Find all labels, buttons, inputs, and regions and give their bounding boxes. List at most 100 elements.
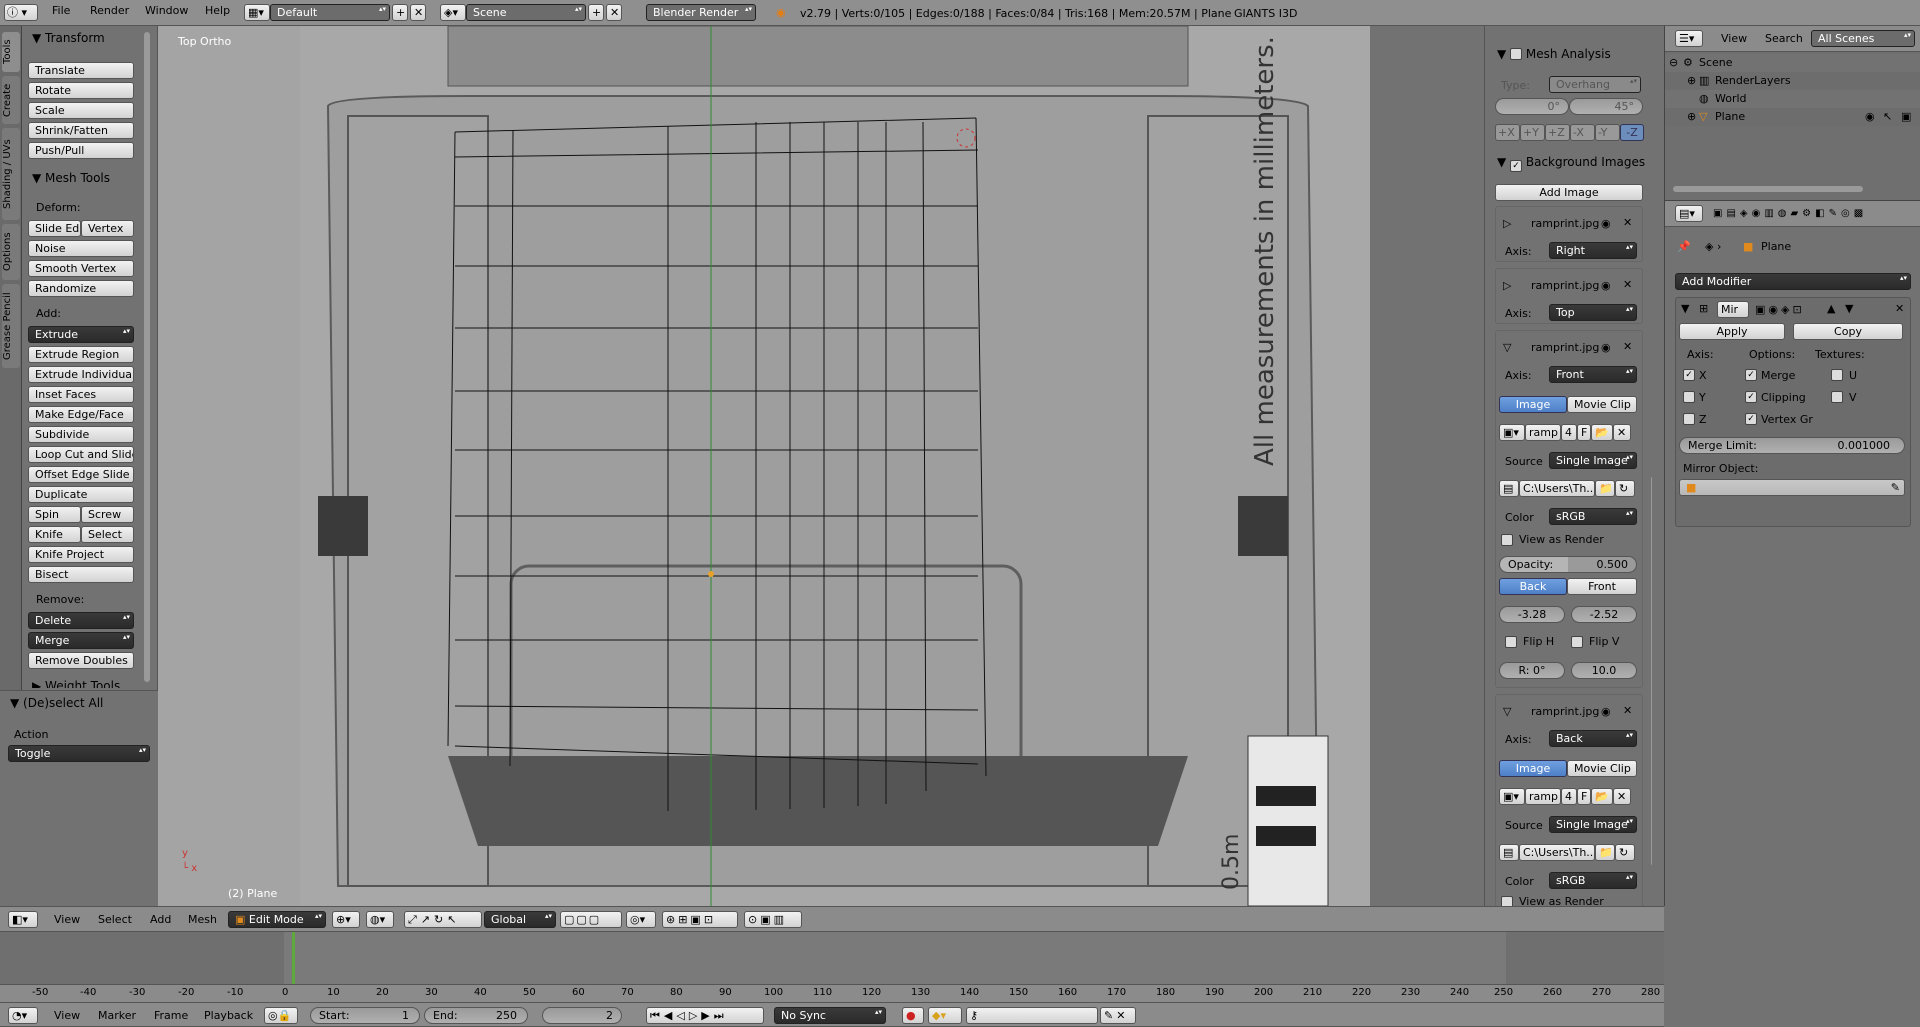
view3d-menu-add[interactable]: Add: [150, 913, 171, 927]
extrude-select[interactable]: Extrude: [28, 326, 134, 343]
color-space-select[interactable]: sRGB: [1549, 508, 1637, 525]
render-icons[interactable]: ⊙▣▥: [744, 911, 802, 928]
movie-clip-tab[interactable]: Movie Clip: [1567, 760, 1637, 777]
smooth-vertex-button[interactable]: Smooth Vertex: [28, 260, 134, 277]
tab-grease-pencil[interactable]: Grease Pencil: [2, 284, 20, 368]
eye-icon[interactable]: ◉: [1601, 704, 1611, 719]
scene-select[interactable]: Scene: [466, 4, 586, 21]
axis-plus-x[interactable]: +X: [1495, 124, 1520, 141]
eye-icon[interactable]: ◉: [1601, 216, 1611, 231]
axis-x-checkbox[interactable]: ✓: [1683, 369, 1695, 381]
record-icon[interactable]: ●: [902, 1007, 924, 1024]
outliner-row[interactable]: ⊖ ⚙ Scene: [1665, 54, 1920, 72]
mesh-tools-panel-header[interactable]: ▼ Mesh Tools: [32, 170, 110, 186]
rotation-field[interactable]: R: 0°: [1499, 662, 1565, 679]
viewport-shading-icon[interactable]: ◍▾: [366, 911, 394, 928]
view3d-menu-select[interactable]: Select: [98, 913, 132, 927]
expand-icon[interactable]: ⊕: [1687, 73, 1696, 88]
axis-plus-y[interactable]: +Y: [1520, 124, 1545, 141]
tab-tools[interactable]: Tools: [2, 32, 20, 72]
back-toggle[interactable]: Back: [1499, 578, 1567, 595]
axis-select[interactable]: Front: [1549, 366, 1637, 383]
snap-icons[interactable]: ⊛⊞▣⊡: [662, 911, 738, 928]
pivot-point-icon[interactable]: ⊕▾: [332, 911, 360, 928]
file-icon[interactable]: ▤: [1499, 844, 1519, 861]
current-frame-line[interactable]: [292, 932, 295, 984]
clipping-checkbox[interactable]: ✓: [1745, 391, 1757, 403]
keying-set-icon[interactable]: ◆▾: [928, 1007, 962, 1024]
merge-select[interactable]: Merge: [28, 632, 134, 649]
playback-controls[interactable]: ⏮◀◁▷▶⏭: [646, 1007, 764, 1024]
tab-create[interactable]: Create: [2, 76, 20, 124]
axis-minus-x[interactable]: -X: [1570, 124, 1595, 141]
image-users-count[interactable]: 4: [1561, 424, 1577, 441]
menu-help[interactable]: Help: [205, 4, 230, 18]
axis-z-checkbox[interactable]: [1683, 413, 1695, 425]
view3d-editor-icon[interactable]: ◧▾: [8, 911, 38, 928]
scene-icon[interactable]: ◈▾: [440, 4, 466, 21]
axis-select[interactable]: Top: [1549, 304, 1637, 321]
view3d-menu-mesh[interactable]: Mesh: [188, 913, 217, 927]
filepath-field[interactable]: C:\Users\Th...: [1519, 480, 1595, 497]
size-field[interactable]: 10.0: [1571, 662, 1637, 679]
insert-keyframe-icon[interactable]: ✎✕: [1100, 1007, 1136, 1024]
bg-image-collapse-icon[interactable]: ▽: [1503, 704, 1511, 719]
image-tab[interactable]: Image: [1499, 760, 1567, 777]
knife-project-button[interactable]: Knife Project: [28, 546, 134, 563]
fake-user-button[interactable]: F: [1577, 788, 1591, 805]
outliner-scrollbar[interactable]: [1673, 186, 1863, 192]
layout-icon[interactable]: ▦▾: [244, 4, 270, 21]
editor-type-button[interactable]: ⓘ ▾: [4, 4, 38, 21]
open-folder-icon[interactable]: 📂: [1591, 424, 1613, 441]
remove-modifier-icon[interactable]: ✕: [1895, 301, 1904, 316]
layout-add-icon[interactable]: +: [392, 4, 408, 21]
menu-render[interactable]: Render: [90, 4, 129, 18]
outliner-menu-search[interactable]: Search: [1765, 32, 1803, 46]
push-pull-button[interactable]: Push/Pull: [28, 142, 134, 159]
view-as-render-checkbox[interactable]: [1501, 534, 1513, 546]
transform-panel-header[interactable]: ▼ Transform: [32, 30, 105, 46]
image-name-field[interactable]: ramp: [1525, 424, 1561, 441]
slide-edge-button[interactable]: Slide Ed: [28, 220, 81, 237]
expand-icon[interactable]: ⊖: [1669, 55, 1678, 70]
eyedropper-icon[interactable]: ✎: [1891, 480, 1900, 495]
browse-folder-icon[interactable]: 📁: [1595, 480, 1615, 497]
vertex-slide-button[interactable]: Vertex: [81, 220, 134, 237]
view-as-render-checkbox[interactable]: [1501, 896, 1513, 906]
knife-select-button[interactable]: Select: [81, 526, 134, 543]
axis-select[interactable]: Back: [1549, 730, 1637, 747]
keying-set-field[interactable]: ⚷: [966, 1007, 1098, 1024]
inset-faces-button[interactable]: Inset Faces: [28, 386, 134, 403]
image-browse-icon[interactable]: ▣▾: [1499, 424, 1525, 441]
eye-icon[interactable]: ◉: [1601, 278, 1611, 293]
loop-cut-slide-button[interactable]: Loop Cut and Slide: [28, 446, 134, 463]
background-images-checkbox[interactable]: ✓: [1510, 160, 1523, 172]
mesh-analysis-header[interactable]: ▼ Mesh Analysis: [1497, 46, 1611, 62]
outliner-row[interactable]: ◍ World: [1665, 90, 1920, 108]
movie-clip-tab[interactable]: Movie Clip: [1567, 396, 1637, 413]
unlink-icon[interactable]: ✕: [1613, 424, 1631, 441]
bisect-button[interactable]: Bisect: [28, 566, 134, 583]
merge-checkbox[interactable]: ✓: [1745, 369, 1757, 381]
n-panel-scrollbar[interactable]: [1651, 476, 1652, 866]
screw-button[interactable]: Screw: [81, 506, 134, 523]
rotate-button[interactable]: Rotate: [28, 82, 134, 99]
modifier-visibility-icons[interactable]: ▣◉◈⊡: [1755, 302, 1805, 317]
outliner-menu-view[interactable]: View: [1721, 32, 1747, 46]
timeline-menu-playback[interactable]: Playback: [204, 1009, 253, 1023]
knife-button[interactable]: Knife: [28, 526, 81, 543]
action-select[interactable]: Toggle: [8, 745, 150, 762]
flip-v-checkbox[interactable]: [1571, 636, 1583, 648]
remove-icon[interactable]: ✕: [1623, 339, 1632, 354]
weight-tools-panel-header[interactable]: ▶ Weight Tools: [32, 678, 120, 688]
fake-user-button[interactable]: F: [1577, 424, 1591, 441]
axis-minus-y[interactable]: -Y: [1595, 124, 1620, 141]
offset-edge-slide-button[interactable]: Offset Edge Slide: [28, 466, 134, 483]
properties-editor-icon[interactable]: ▤▾: [1675, 205, 1703, 222]
filepath-field[interactable]: C:\Users\Th...: [1519, 844, 1595, 861]
image-users-count[interactable]: 4: [1561, 788, 1577, 805]
merge-limit-field[interactable]: Merge Limit: 0.001000: [1679, 437, 1905, 454]
move-down-icon[interactable]: ▼: [1845, 301, 1853, 316]
outliner-filter-select[interactable]: All Scenes: [1811, 30, 1915, 47]
offset-y-field[interactable]: -2.52: [1571, 606, 1637, 623]
